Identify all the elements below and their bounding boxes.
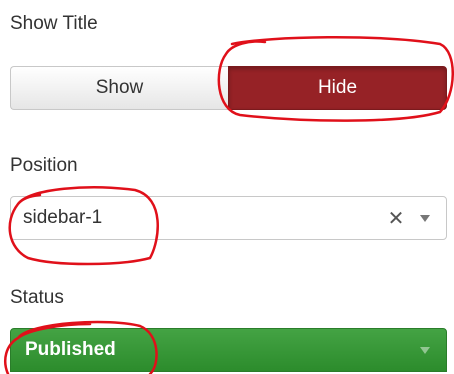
position-select-value: sidebar-1	[23, 207, 103, 228]
module-settings-panel: Show Title Show Hide Position sidebar-1 …	[0, 0, 454, 374]
show-title-toggle-group: Show Hide	[10, 66, 447, 110]
chevron-down-icon[interactable]	[420, 346, 430, 354]
position-select[interactable]: sidebar-1 ✕	[10, 196, 447, 240]
status-select[interactable]: Published	[10, 328, 447, 372]
show-title-label: Show Title	[10, 13, 98, 34]
annotation-overlay	[4, 35, 454, 374]
position-label: Position	[10, 155, 78, 176]
show-button[interactable]: Show	[10, 66, 228, 110]
status-select-value: Published	[25, 339, 116, 360]
clear-icon[interactable]: ✕	[386, 206, 406, 231]
status-label: Status	[10, 287, 64, 308]
chevron-down-icon[interactable]	[420, 214, 430, 222]
hide-button[interactable]: Hide	[228, 66, 447, 110]
